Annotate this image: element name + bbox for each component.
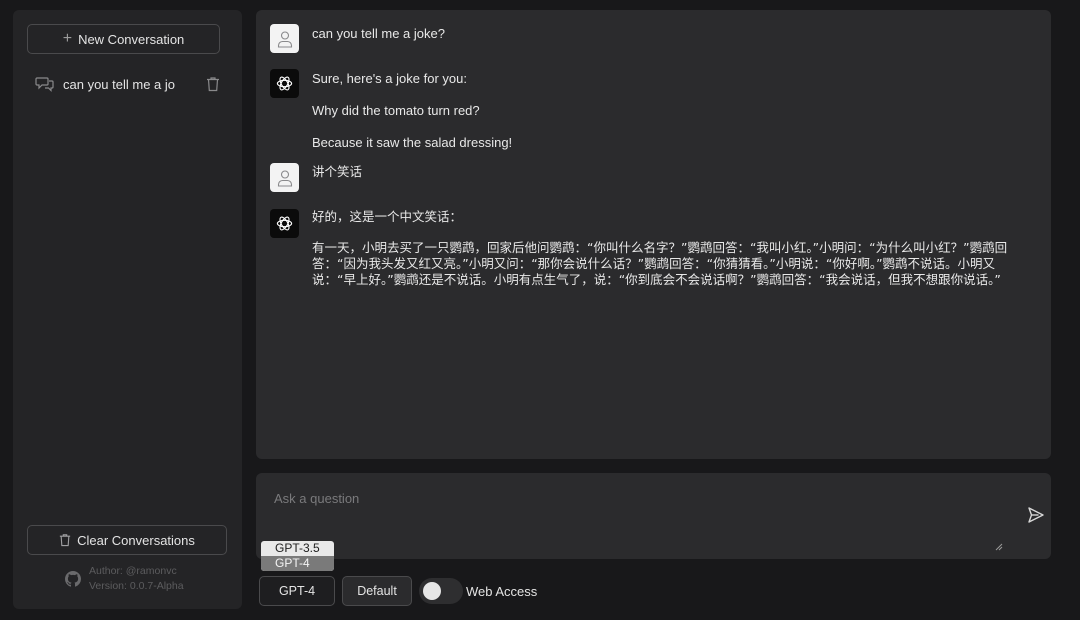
web-access-label: Web Access	[466, 584, 538, 599]
model-select-value: GPT-4	[278, 584, 316, 598]
chat-bubbles-icon	[35, 77, 54, 92]
plus-icon: +	[62, 30, 73, 47]
user-icon	[277, 169, 292, 187]
author-text: Author: @ramonvc	[89, 565, 177, 577]
user-icon	[277, 30, 292, 48]
assistant-message: 好的，这是一个中文笑话： 有一天，小明去买了一只鹦鹉，回家后他问鹦鹉：“你叫什么…	[270, 209, 1037, 288]
input-panel	[256, 473, 1051, 559]
model-option-gpt-3-5[interactable]: GPT-3.5	[261, 541, 334, 556]
user-avatar	[270, 163, 299, 192]
message-text: 好的，这是一个中文笑话：	[312, 209, 463, 224]
new-conversation-button[interactable]: + New Conversation	[27, 24, 220, 54]
chat-panel: can you tell me a joke? Sure, here's a j…	[256, 10, 1051, 459]
version-text: Version: 0.0.7-Alpha	[89, 580, 184, 592]
clear-conversations-button[interactable]: Clear Conversations	[27, 525, 227, 555]
resize-handle-icon[interactable]	[995, 543, 1003, 551]
jailbreak-select-value: Default	[357, 584, 397, 598]
message-text: Why did the tomato turn red?	[312, 103, 480, 118]
model-dropdown-list: GPT-3.5 GPT-4	[261, 541, 334, 571]
model-option-gpt-4[interactable]: GPT-4	[261, 556, 334, 571]
web-access-toggle[interactable]	[419, 578, 463, 604]
model-select[interactable]: GPT-4	[259, 576, 335, 606]
message-text: Sure, here's a joke for you:	[312, 71, 467, 86]
trash-icon	[59, 534, 71, 547]
question-input[interactable]	[274, 491, 994, 506]
github-icon[interactable]	[65, 571, 81, 587]
jailbreak-select[interactable]: Default	[342, 576, 412, 606]
message-text: 讲个笑话	[312, 164, 363, 179]
toggle-knob	[423, 582, 441, 600]
clear-conversations-label: Clear Conversations	[77, 532, 195, 548]
openai-logo-icon	[276, 76, 293, 91]
message-text: 有一天，小明去买了一只鹦鹉，回家后他问鹦鹉：“你叫什么名字？”鹦鹉回答：“我叫小…	[312, 240, 1008, 287]
user-message: can you tell me a joke?	[270, 24, 1037, 53]
author-info: Author: @ramonvc Version: 0.0.7-Alpha	[65, 564, 184, 594]
assistant-avatar	[270, 209, 299, 238]
sidebar: + New Conversation can you tell me a jo …	[13, 10, 242, 609]
assistant-avatar	[270, 69, 299, 98]
user-avatar	[270, 24, 299, 53]
send-icon[interactable]	[1027, 506, 1045, 524]
trash-icon[interactable]	[206, 76, 220, 92]
message-text: Because it saw the salad dressing!	[312, 135, 513, 150]
user-message: 讲个笑话	[270, 163, 1037, 192]
new-conversation-label: New Conversation	[78, 31, 185, 47]
assistant-message: Sure, here's a joke for you: Why did the…	[270, 69, 1037, 151]
conversation-item[interactable]: can you tell me a jo	[35, 70, 220, 98]
conversation-title: can you tell me a jo	[63, 76, 176, 92]
openai-logo-icon	[276, 216, 293, 231]
message-text: can you tell me a joke?	[312, 26, 445, 41]
